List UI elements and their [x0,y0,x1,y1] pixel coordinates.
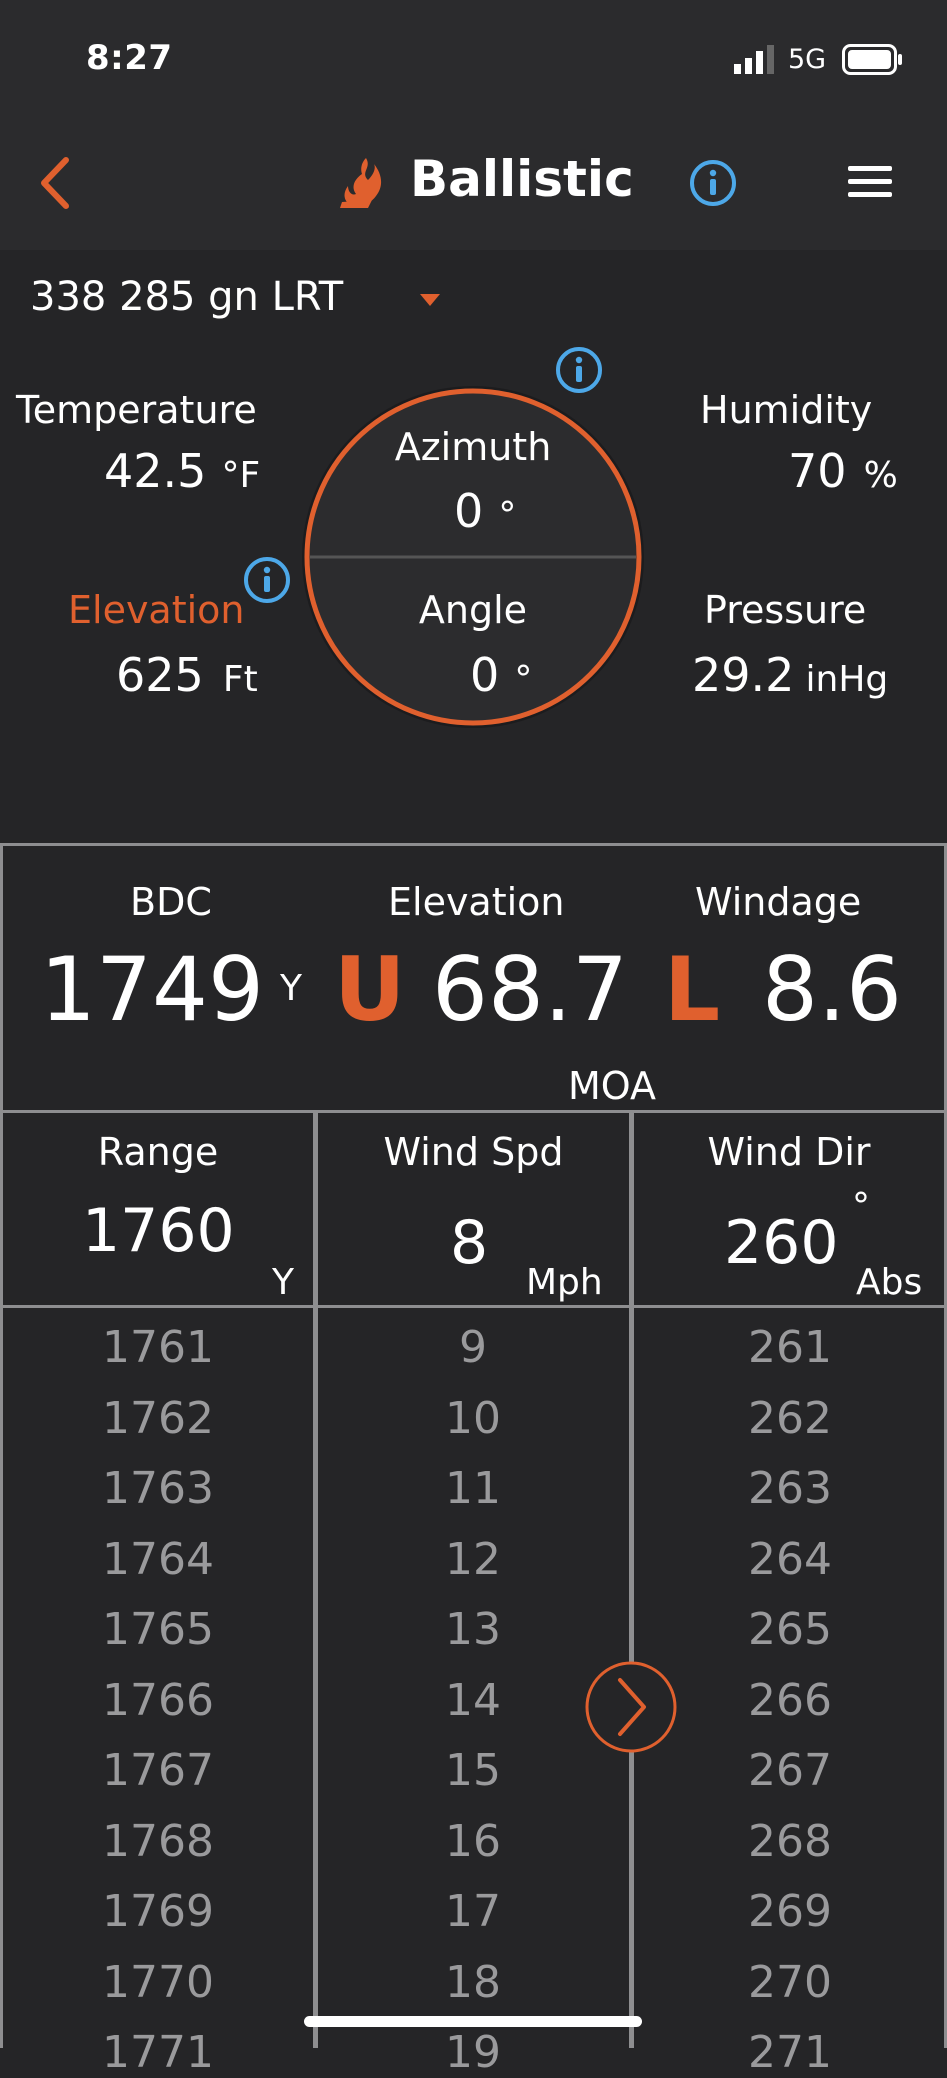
picker-option[interactable]: 1769 [8,1886,308,1937]
picker-option[interactable]: 1770 [8,1957,308,2008]
picker-option[interactable]: 268 [640,1816,940,1867]
wind-speed-picker[interactable]: 9 10 11 12 13 14 15 16 17 18 19 [323,0,623,2078]
picker-option[interactable]: 1764 [8,1534,308,1585]
picker-option[interactable]: 19 [323,2027,623,2078]
wind-direction-picker[interactable]: 261 262 263 264 265 266 267 268 269 270 271 [640,0,940,2078]
picker-option[interactable]: 263 [640,1463,940,1514]
divider [313,1110,318,2048]
picker-option[interactable]: 1768 [8,1816,308,1867]
picker-option[interactable]: 1766 [8,1675,308,1726]
picker-option[interactable]: 1763 [8,1463,308,1514]
picker-option[interactable]: 1765 [8,1604,308,1655]
picker-option[interactable]: 262 [640,1393,940,1444]
picker-option[interactable]: 269 [640,1886,940,1937]
picker-option[interactable]: 267 [640,1745,940,1796]
picker-option[interactable]: 1761 [8,1322,308,1373]
picker-option[interactable]: 17 [323,1886,623,1937]
picker-option[interactable]: 12 [323,1534,623,1585]
picker-option[interactable]: 1771 [8,2027,308,2078]
divider [0,843,3,2048]
picker-option[interactable]: 18 [323,1957,623,2008]
picker-option[interactable]: 261 [640,1322,940,1373]
range-picker[interactable]: 1761 1762 1763 1764 1765 1766 1767 1768 1769 1770… [8,0,308,2078]
picker-option[interactable]: 266 [640,1675,940,1726]
picker-option[interactable]: 11 [323,1463,623,1514]
picker-option[interactable]: 264 [640,1534,940,1585]
picker-option[interactable]: 1767 [8,1745,308,1796]
picker-option[interactable]: 270 [640,1957,940,2008]
picker-option[interactable]: 1762 [8,1393,308,1444]
picker-option[interactable]: 265 [640,1604,940,1655]
picker-option[interactable]: 14 [323,1675,623,1726]
next-chevron-button[interactable] [584,1660,678,1754]
picker-option[interactable]: 10 [323,1393,623,1444]
picker-option[interactable]: 15 [323,1745,623,1796]
picker-option[interactable]: 9 [323,1322,623,1373]
picker-option[interactable]: 16 [323,1816,623,1867]
picker-option[interactable]: 13 [323,1604,623,1655]
divider [629,1110,634,2048]
picker-option[interactable]: 271 [640,2027,940,2078]
home-indicator[interactable] [304,2016,642,2027]
